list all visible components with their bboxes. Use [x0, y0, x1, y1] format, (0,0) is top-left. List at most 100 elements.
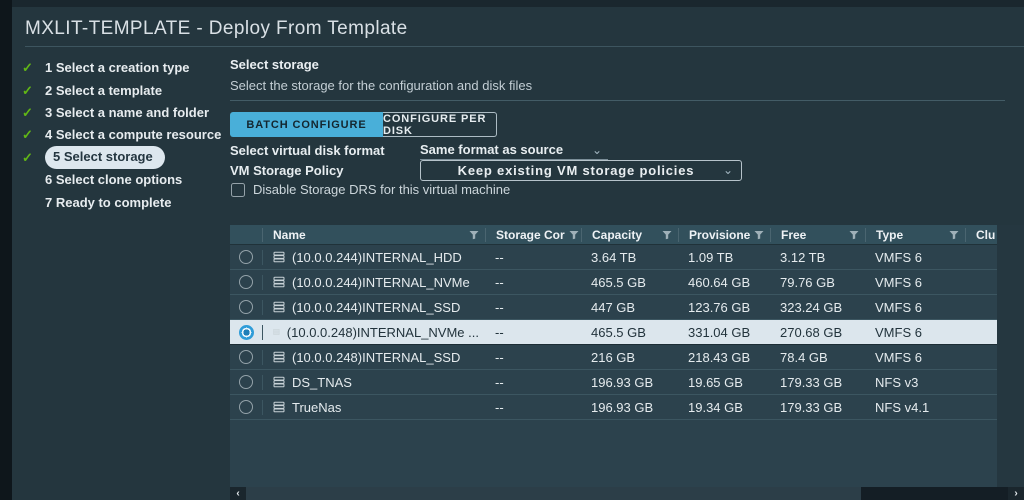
- cell-free: 179.33 GB: [770, 400, 865, 415]
- disk-format-row: Select virtual disk format Same format a…: [230, 140, 608, 160]
- deploy-from-template-dialog: MXLIT-TEMPLATE - Deploy From Template ✓ …: [0, 0, 1024, 500]
- sidebar-step-5-current[interactable]: ✓ 5 Select storage: [12, 147, 230, 169]
- filter-icon[interactable]: [569, 230, 579, 240]
- cell-storage-compatibility: --: [485, 350, 581, 365]
- tab-configure-per-disk[interactable]: CONFIGURE PER DISK: [383, 112, 497, 137]
- chevron-down-icon: ⌄: [592, 145, 602, 155]
- cell-free: 3.12 TB: [770, 250, 865, 265]
- vertical-scrollbar-gutter[interactable]: [997, 225, 1024, 487]
- wizard-steps-sidebar: ✓ 1 Select a creation type ✓ 2 Select a …: [12, 57, 230, 214]
- disk-format-select[interactable]: Same format as source ⌄: [420, 140, 608, 160]
- sidebar-step-6[interactable]: 6 Select clone options: [12, 169, 230, 191]
- datastore-radio[interactable]: [239, 250, 253, 264]
- cell-free: 78.4 GB: [770, 350, 865, 365]
- filter-icon[interactable]: [662, 230, 672, 240]
- sidebar-step-1[interactable]: ✓ 1 Select a creation type: [12, 57, 230, 79]
- table-row[interactable]: (10.0.0.244)INTERNAL_HDD -- 3.64 TB 1.09…: [230, 245, 997, 270]
- datastore-table: Name Storage Cor Capacity Provisione Fre…: [230, 225, 997, 487]
- dialog-title: MXLIT-TEMPLATE - Deploy From Template: [25, 18, 408, 40]
- sidebar-step-3[interactable]: ✓ 3 Select a name and folder: [12, 102, 230, 124]
- tab-batch-configure[interactable]: BATCH CONFIGURE: [230, 112, 383, 137]
- header-free[interactable]: Free: [770, 228, 865, 242]
- header-type[interactable]: Type: [865, 228, 965, 242]
- disk-format-value: Same format as source: [420, 142, 592, 157]
- cell-capacity: 216 GB: [581, 350, 678, 365]
- sidebar-step-2[interactable]: ✓ 2 Select a template: [12, 79, 230, 101]
- chevron-down-icon: ⌄: [723, 165, 733, 175]
- scrollbar-thumb[interactable]: [246, 487, 861, 500]
- step-label: 3 Select a name and folder: [45, 105, 209, 120]
- header-cluster[interactable]: Clu: [965, 228, 997, 242]
- datastore-icon: [273, 376, 285, 388]
- step-label: 1 Select a creation type: [45, 60, 190, 75]
- datastore-radio[interactable]: [239, 350, 253, 364]
- backdrop-top-strip: [0, 0, 1024, 7]
- page-subtitle: Select the storage for the configuration…: [230, 78, 532, 93]
- scroll-right-button[interactable]: ›: [1008, 487, 1024, 500]
- header-provisioned[interactable]: Provisione: [678, 228, 770, 242]
- filter-icon[interactable]: [469, 230, 479, 240]
- header-capacity[interactable]: Capacity: [581, 228, 678, 242]
- disk-format-label: Select virtual disk format: [230, 143, 420, 158]
- storage-policy-select[interactable]: Keep existing VM storage policies ⌄: [420, 160, 742, 181]
- cell-free: 179.33 GB: [770, 375, 865, 390]
- step-label: 7 Ready to complete: [45, 195, 171, 210]
- filter-icon[interactable]: [754, 230, 764, 240]
- cell-storage-compatibility: --: [485, 375, 581, 390]
- sidebar-step-4[interactable]: ✓ 4 Select a compute resource: [12, 124, 230, 146]
- header-storage-compatibility[interactable]: Storage Cor: [485, 228, 581, 242]
- datastore-radio[interactable]: [239, 375, 253, 389]
- datastore-icon: [273, 276, 285, 288]
- section-divider: [230, 100, 1005, 101]
- cell-free: 270.68 GB: [770, 325, 865, 340]
- header-name[interactable]: Name: [262, 228, 485, 242]
- step-label: 6 Select clone options: [45, 172, 182, 187]
- cell-provisioned: 123.76 GB: [678, 300, 770, 315]
- cell-capacity: 3.64 TB: [581, 250, 678, 265]
- step-label: 4 Select a compute resource: [45, 127, 221, 142]
- scrollbar-track[interactable]: [861, 487, 1008, 500]
- cell-provisioned: 1.09 TB: [678, 250, 770, 265]
- cell-type: VMFS 6: [865, 350, 965, 365]
- storage-policy-row: VM Storage Policy Keep existing VM stora…: [230, 160, 742, 180]
- datastore-radio[interactable]: [239, 275, 253, 289]
- check-icon: ✓: [22, 83, 38, 99]
- cell-type: VMFS 6: [865, 325, 965, 340]
- table-row[interactable]: (10.0.0.244)INTERNAL_SSD -- 447 GB 123.7…: [230, 295, 997, 320]
- cell-capacity: 447 GB: [581, 300, 678, 315]
- cell-type: VMFS 6: [865, 300, 965, 315]
- table-row[interactable]: (10.0.0.244)INTERNAL_NVMe -- 465.5 GB 46…: [230, 270, 997, 295]
- datastore-name: (10.0.0.244)INTERNAL_SSD: [292, 300, 460, 315]
- table-row[interactable]: DS_TNAS -- 196.93 GB 19.65 GB 179.33 GB …: [230, 370, 997, 395]
- cell-storage-compatibility: --: [485, 400, 581, 415]
- step-label: 2 Select a template: [45, 83, 162, 98]
- cell-provisioned: 331.04 GB: [678, 325, 770, 340]
- cell-storage-compatibility: --: [485, 325, 581, 340]
- datastore-radio[interactable]: [239, 400, 253, 414]
- cell-type: NFS v3: [865, 375, 965, 390]
- disable-drs-checkbox[interactable]: [231, 183, 245, 197]
- title-divider: [25, 46, 1024, 47]
- table-row[interactable]: TrueNas -- 196.93 GB 19.34 GB 179.33 GB …: [230, 395, 997, 420]
- datastore-icon: [273, 351, 285, 363]
- cell-type: VMFS 6: [865, 250, 965, 265]
- table-header-row: Name Storage Cor Capacity Provisione Fre…: [230, 225, 997, 245]
- table-row[interactable]: (10.0.0.248)INTERNAL_SSD -- 216 GB 218.4…: [230, 345, 997, 370]
- datastore-radio[interactable]: [239, 325, 254, 340]
- filter-icon[interactable]: [949, 230, 959, 240]
- datastore-name: TrueNas: [292, 400, 341, 415]
- table-row[interactable]: (10.0.0.248)INTERNAL_NVMe ... -- 465.5 G…: [230, 320, 997, 345]
- cell-capacity: 196.93 GB: [581, 400, 678, 415]
- table-body: (10.0.0.244)INTERNAL_HDD -- 3.64 TB 1.09…: [230, 245, 997, 420]
- datastore-name: (10.0.0.248)INTERNAL_SSD: [292, 350, 460, 365]
- sidebar-step-7[interactable]: 7 Ready to complete: [12, 191, 230, 213]
- header-radio-column: [230, 228, 262, 242]
- filter-icon[interactable]: [849, 230, 859, 240]
- cell-type: NFS v4.1: [865, 400, 965, 415]
- datastore-name: (10.0.0.244)INTERNAL_HDD: [292, 250, 462, 265]
- datastore-radio[interactable]: [239, 300, 253, 314]
- cell-capacity: 465.5 GB: [581, 275, 678, 290]
- cell-free: 79.76 GB: [770, 275, 865, 290]
- cell-storage-compatibility: --: [485, 275, 581, 290]
- scroll-left-button[interactable]: ‹: [230, 487, 246, 500]
